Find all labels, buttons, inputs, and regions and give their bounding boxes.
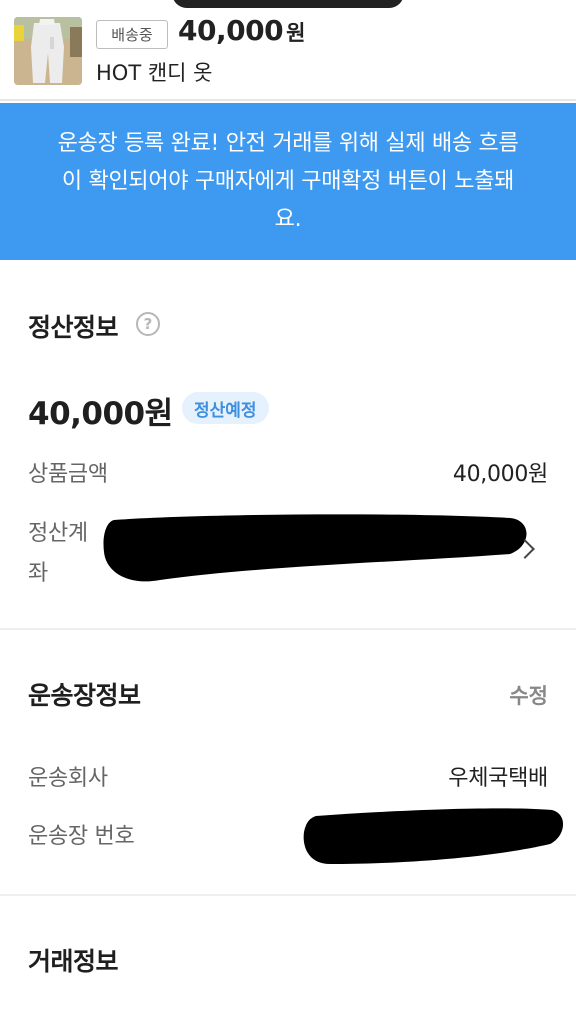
product-amount-value: 40,000원 (452, 462, 548, 487)
question-circle-icon[interactable]: ? (136, 312, 160, 336)
tracking-number-value (300, 806, 566, 870)
settlement-section: 정산정보 ? 40,000원 정산예정 상품금액 40,000원 정산계 좌 (0, 262, 576, 628)
product-summary-header[interactable]: 배송중 40,000 원 HOT 캔디 옷 (0, 0, 576, 101)
product-name: HOT 캔디 옷 (96, 61, 213, 85)
product-amount-label: 상품금액 (28, 462, 108, 487)
notice-line-1: 운송장 등록 완료! 안전 거래를 위해 실제 배송 흐름 (57, 131, 519, 156)
settlement-account-label-line-2: 좌 (28, 561, 48, 586)
edit-tracking-button[interactable]: 수정 (509, 680, 548, 710)
tracking-registered-notice: 운송장 등록 완료! 안전 거래를 위해 실제 배송 흐름 이 확인되어야 구매… (0, 103, 576, 260)
transaction-title: 거래정보 (28, 947, 119, 976)
settlement-title: 정산정보 (28, 313, 119, 342)
delivery-status-badge: 배송중 (96, 20, 168, 49)
redaction-mark-top (172, 0, 404, 8)
settlement-amount: 40,000원 (28, 396, 173, 432)
product-price-unit: 원 (286, 21, 305, 45)
notice-line-2: 이 확인되어야 구매자에게 구매확정 버튼이 노출돼 (61, 169, 515, 194)
product-photo-image (14, 17, 82, 85)
settlement-status-badge: 정산예정 (182, 392, 269, 424)
settlement-account-redaction (103, 514, 527, 582)
settlement-account-label: 정산계 좌 (28, 514, 88, 594)
courier-value: 우체국택배 (448, 766, 548, 791)
tracking-number-redaction (303, 808, 564, 864)
shipping-section: 운송장정보 수정 운송회사 우체국택배 운송장 번호 (0, 630, 576, 894)
product-price-value: 40,000 (178, 14, 284, 47)
notice-line-3: 요. (274, 207, 302, 232)
product-price: 40,000 원 (178, 14, 305, 47)
shipping-title: 운송장정보 (28, 681, 141, 710)
tracking-number-label: 운송장 번호 (28, 824, 135, 849)
settlement-account-value[interactable] (100, 512, 548, 588)
product-thumbnail[interactable] (14, 17, 82, 85)
settlement-account-label-line-1: 정산계 (28, 521, 88, 546)
transaction-section: 거래정보 (0, 896, 576, 1024)
courier-label: 운송회사 (28, 766, 108, 791)
